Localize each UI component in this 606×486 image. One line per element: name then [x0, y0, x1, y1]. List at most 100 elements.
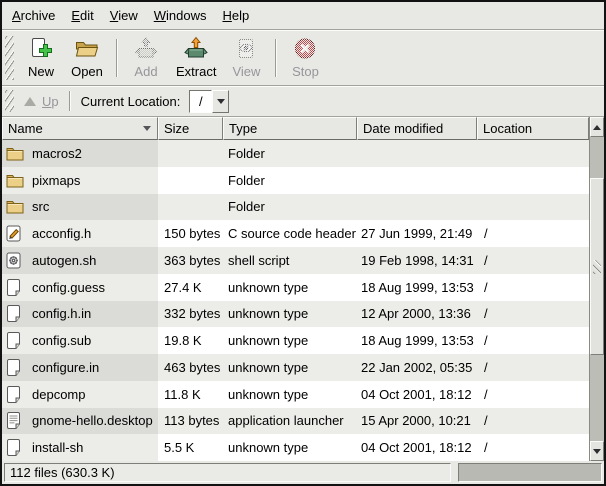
scroll-up-button[interactable] — [590, 117, 604, 137]
file-name-cell[interactable]: acconfig.h — [2, 220, 158, 247]
file-location: / — [477, 301, 589, 328]
table-row[interactable]: config.guess27.4 Kunknown type18 Aug 199… — [2, 274, 589, 301]
table-row[interactable]: gnome-hello.desktop113 bytesapplication … — [2, 408, 589, 435]
file-name-cell[interactable]: depcomp — [2, 381, 158, 408]
file-name: autogen.sh — [32, 253, 96, 268]
table-row[interactable]: config.h.in332 bytesunknown type12 Apr 2… — [2, 301, 589, 328]
scrollbar-thumb[interactable] — [590, 178, 604, 355]
file-name: configure.in — [32, 360, 99, 375]
table-row[interactable]: macros2Folder — [2, 140, 589, 167]
toolbar: New Open Add — [2, 30, 604, 86]
scroll-down-button[interactable] — [590, 441, 604, 461]
extract-icon — [183, 36, 209, 62]
file-name-cell[interactable]: configure.in — [2, 354, 158, 381]
file-location — [477, 167, 589, 194]
file-size — [158, 167, 223, 194]
status-bar: 112 files (630.3 K) — [2, 461, 604, 484]
file-type: unknown type — [223, 274, 357, 301]
menu-windows[interactable]: Windows — [146, 3, 215, 28]
file-location: / — [477, 408, 589, 435]
menu-archive[interactable]: Archive — [4, 3, 63, 28]
sort-descending-icon — [143, 126, 151, 131]
column-header-location[interactable]: Location — [477, 117, 589, 140]
archive-manager-window: Archive Edit View Windows Help New — [0, 0, 606, 486]
scrollbar-thumb-grip — [593, 260, 601, 274]
file-type: application launcher — [223, 408, 357, 435]
table-row[interactable]: autogen.sh363 bytesshell script19 Feb 19… — [2, 247, 589, 274]
menu-bar: Archive Edit View Windows Help — [2, 2, 604, 30]
stop-button[interactable]: Stop — [282, 32, 328, 84]
file-date-modified: 27 Jun 1999, 21:49 — [357, 220, 477, 247]
file-name-cell[interactable]: config.sub — [2, 327, 158, 354]
table-row[interactable]: depcomp11.8 Kunknown type04 Oct 2001, 18… — [2, 381, 589, 408]
file-name-cell[interactable]: config.h.in — [2, 301, 158, 328]
scrollbar-trough[interactable] — [590, 137, 604, 441]
location-combo-value[interactable]: / — [189, 90, 212, 113]
file-size: 113 bytes — [158, 408, 223, 435]
open-button[interactable]: Open — [64, 32, 110, 84]
column-header-size[interactable]: Size — [158, 117, 223, 140]
file-name-cell[interactable]: install-sh — [2, 434, 158, 461]
file-type: C source code header — [223, 220, 357, 247]
file-date-modified — [357, 194, 477, 221]
file-name-cell[interactable]: pixmaps — [2, 167, 158, 194]
file-size: 27.4 K — [158, 274, 223, 301]
extract-button[interactable]: Extract — [169, 32, 223, 84]
new-button-label: New — [28, 64, 54, 79]
menu-help[interactable]: Help — [214, 3, 257, 28]
toolbar-grip-handle[interactable] — [5, 36, 14, 80]
table-row[interactable]: srcFolder — [2, 194, 589, 221]
location-combo-dropdown[interactable] — [212, 90, 229, 113]
table-body: macros2FolderpixmapsFoldersrcFolderaccon… — [2, 140, 589, 461]
plain-file-icon — [6, 279, 25, 296]
new-button[interactable]: New — [18, 32, 64, 84]
file-type: unknown type — [223, 434, 357, 461]
stop-button-label: Stop — [292, 64, 319, 79]
location-bar: Up Current Location: / — [2, 86, 604, 117]
file-name: install-sh — [32, 440, 83, 455]
location-bar-grip-handle[interactable] — [5, 90, 14, 112]
add-button[interactable]: Add — [123, 32, 169, 84]
file-date-modified: 18 Aug 1999, 13:53 — [357, 327, 477, 354]
toolbar-separator — [275, 39, 276, 77]
table-row[interactable]: pixmapsFolder — [2, 167, 589, 194]
menu-view[interactable]: View — [102, 3, 146, 28]
column-header-type[interactable]: Type — [223, 117, 357, 140]
column-header-date-modified[interactable]: Date modified — [357, 117, 477, 140]
table-row[interactable]: configure.in463 bytesunknown type22 Jan … — [2, 354, 589, 381]
file-name-cell[interactable]: autogen.sh — [2, 247, 158, 274]
up-button[interactable]: Up — [18, 92, 67, 111]
file-type: unknown type — [223, 381, 357, 408]
file-location: / — [477, 220, 589, 247]
dropdown-arrow-icon — [217, 99, 225, 104]
file-type: unknown type — [223, 301, 357, 328]
file-location: / — [477, 247, 589, 274]
file-name-cell[interactable]: gnome-hello.desktop — [2, 408, 158, 435]
column-header-name[interactable]: Name — [2, 117, 158, 140]
file-location: / — [477, 274, 589, 301]
menu-edit[interactable]: Edit — [63, 3, 101, 28]
file-date-modified — [357, 167, 477, 194]
table-row[interactable]: install-sh5.5 Kunknown type04 Oct 2001, … — [2, 434, 589, 461]
file-location: / — [477, 354, 589, 381]
status-text-panel: 112 files (630.3 K) — [4, 463, 451, 482]
view-file-icon — [233, 36, 259, 62]
plain-file-icon — [6, 305, 25, 322]
file-date-modified: 22 Jan 2002, 05:35 — [357, 354, 477, 381]
progress-area — [458, 463, 602, 482]
vertical-scrollbar — [589, 117, 604, 461]
file-name-cell[interactable]: macros2 — [2, 140, 158, 167]
table-row[interactable]: acconfig.h150 bytesC source code header2… — [2, 220, 589, 247]
table-row[interactable]: config.sub19.8 Kunknown type18 Aug 1999,… — [2, 327, 589, 354]
open-archive-icon — [74, 36, 100, 62]
file-name-cell[interactable]: src — [2, 194, 158, 221]
view-button[interactable]: View — [223, 32, 269, 84]
location-combo: / — [189, 90, 229, 113]
stop-icon — [292, 36, 318, 62]
file-name-cell[interactable]: config.guess — [2, 274, 158, 301]
plain-file-icon — [6, 439, 25, 456]
open-button-label: Open — [71, 64, 103, 79]
file-date-modified: 04 Oct 2001, 18:12 — [357, 381, 477, 408]
plain-file-icon — [6, 332, 25, 349]
file-name: acconfig.h — [32, 226, 91, 241]
